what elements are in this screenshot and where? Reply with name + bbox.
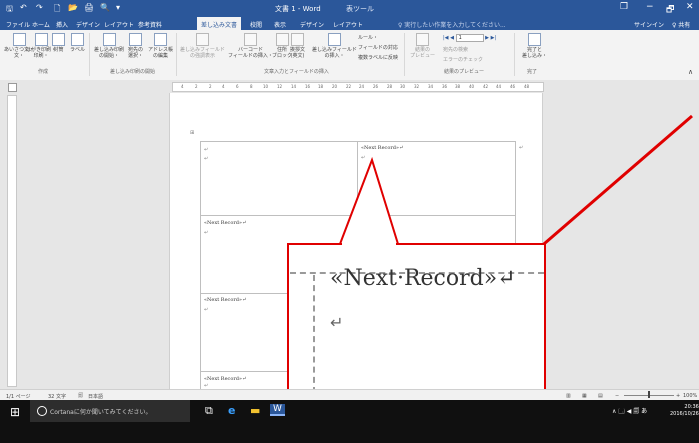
file-explorer-icon[interactable]: ▬ [250, 404, 260, 417]
system-tray-icons[interactable]: ∧ 🗔 ◀ 🗐 あ [612, 406, 647, 417]
word-count[interactable]: 32 文字 [48, 393, 66, 400]
page-count[interactable]: 1/1 ページ [6, 393, 31, 400]
zoomed-next-record-field: «Next·Record»↵ [330, 266, 516, 291]
zoomed-paragraph-mark: ↵ [330, 313, 344, 332]
zoom-in-button[interactable]: + [676, 393, 680, 399]
taskbar: ⊞ Cortanaに何か聞いてみてください。 ⧉ e ▬ W ∧ 🗔 ◀ 🗐 あ… [0, 400, 699, 443]
callout-pointer-join [342, 242, 396, 246]
callout-pointer [338, 156, 400, 245]
zoom-slider-thumb[interactable] [648, 391, 650, 398]
word-app-icon[interactable]: W [270, 404, 285, 416]
edge-browser-icon[interactable]: e [228, 404, 235, 417]
language[interactable]: 日本語 [88, 393, 103, 400]
system-clock[interactable]: 20:36 2016/10/26 [670, 404, 699, 418]
zoom-level[interactable]: 100% [683, 393, 697, 399]
windows-start-icon[interactable]: ⊞ [10, 405, 24, 419]
print-layout-icon[interactable]: ▦ [582, 393, 587, 399]
cortana-icon [37, 406, 47, 416]
zoom-out-button[interactable]: − [615, 393, 619, 399]
task-view-icon[interactable]: ⧉ [205, 404, 213, 418]
zoomed-cell-border [313, 275, 315, 393]
web-layout-icon[interactable]: ▤ [598, 393, 603, 399]
cortana-search-box[interactable]: Cortanaに何か聞いてみてください。 [30, 400, 190, 422]
read-mode-icon[interactable]: ▥ [566, 393, 571, 399]
